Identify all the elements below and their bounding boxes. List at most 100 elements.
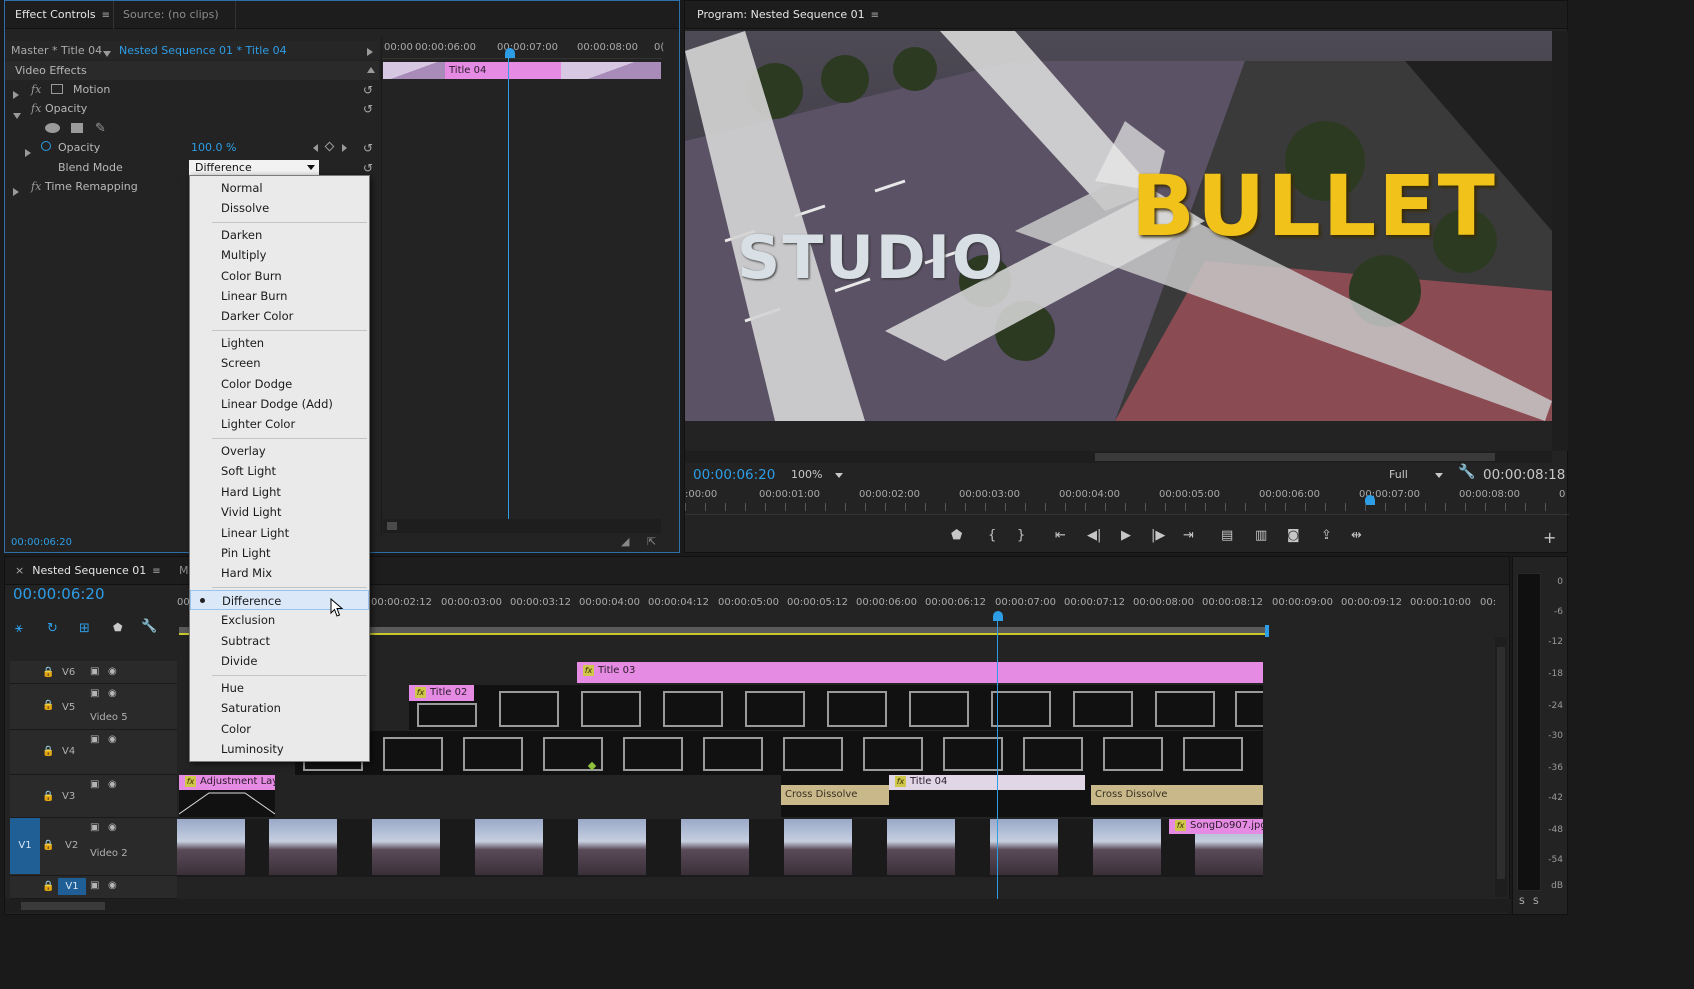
toggle-sync-icon[interactable]: ▣ bbox=[90, 779, 99, 790]
play-icon[interactable]: ▶ bbox=[1121, 528, 1131, 543]
blend-menu-item[interactable]: Saturation bbox=[190, 698, 369, 718]
program-time-ruler[interactable]: :00:00 00:00:01:00 00:00:02:00 00:00:03:… bbox=[685, 487, 1569, 515]
opacity-value[interactable]: 100.0 % bbox=[191, 138, 236, 157]
track-header-v6[interactable]: 🔒 V6 ▣ ◉ bbox=[10, 661, 181, 684]
ec-current-timecode[interactable]: 00:00:06:20 bbox=[11, 537, 72, 548]
solo-right-button[interactable]: S bbox=[1533, 897, 1539, 907]
rectangle-mask-icon[interactable] bbox=[71, 123, 83, 133]
timeline-vscroll-thumb[interactable] bbox=[1497, 647, 1505, 879]
mark-in-icon[interactable]: { bbox=[988, 528, 996, 543]
ellipse-mask-icon[interactable] bbox=[45, 123, 60, 133]
add-button-icon[interactable]: + bbox=[1543, 528, 1556, 547]
reset-icon[interactable]: ↺ bbox=[363, 103, 375, 115]
effect-row-opacity[interactable]: fx Opacity ↺ bbox=[5, 99, 379, 119]
lock-icon[interactable]: 🔒 bbox=[42, 746, 54, 757]
panel-menu-icon[interactable]: ≡ bbox=[871, 2, 879, 30]
timeline-marker-icon[interactable]: ⬟ bbox=[113, 621, 123, 634]
blend-menu-item[interactable]: Vivid Light bbox=[190, 502, 369, 522]
fx-toggle-icon[interactable]: fx bbox=[31, 99, 41, 118]
ec-horizontal-scrollbar[interactable] bbox=[383, 519, 661, 533]
blend-menu-item[interactable]: Divide bbox=[190, 651, 369, 671]
clip-songdo-jpg[interactable]: fx SongDo907.jpg bbox=[177, 819, 1263, 877]
blend-menu-item[interactable]: Dissolve bbox=[190, 198, 369, 218]
eye-icon[interactable]: ◉ bbox=[108, 666, 117, 677]
toggle-sync-icon[interactable]: ▣ bbox=[90, 734, 99, 745]
ec-export-icon[interactable]: ⇱ bbox=[647, 535, 656, 548]
blend-menu-item[interactable]: Color Burn bbox=[190, 266, 369, 286]
reset-icon[interactable]: ↺ bbox=[363, 142, 375, 154]
blend-menu-item[interactable]: Overlay bbox=[190, 441, 369, 461]
snap-icon[interactable]: ⚹ bbox=[15, 621, 23, 636]
blend-menu-item[interactable]: Hard Mix bbox=[190, 563, 369, 583]
lock-icon[interactable]: 🔒 bbox=[42, 667, 54, 678]
effect-row-motion[interactable]: fx Motion ↺ bbox=[5, 80, 379, 99]
next-keyframe-icon[interactable] bbox=[342, 144, 347, 152]
add-keyframe-icon[interactable] bbox=[324, 141, 335, 152]
timeline-vertical-scrollbar[interactable] bbox=[1495, 637, 1507, 897]
fx-toggle-icon[interactable]: fx bbox=[31, 80, 41, 99]
tab-effect-controls[interactable]: Effect Controls ≡ bbox=[7, 1, 118, 29]
prev-keyframe-icon[interactable] bbox=[313, 144, 318, 152]
collapse-up-icon[interactable] bbox=[367, 67, 375, 73]
track-header-v5[interactable]: 🔒 V5 ▣ ◉ Video 5 bbox=[10, 684, 181, 730]
close-icon[interactable]: × bbox=[15, 564, 24, 577]
blend-menu-item[interactable]: Linear Dodge (Add) bbox=[190, 394, 369, 414]
export-frame-camera-icon[interactable]: ◙ bbox=[1287, 528, 1300, 543]
zoom-select[interactable]: 100% bbox=[791, 468, 847, 484]
blend-menu-item[interactable]: Linear Burn bbox=[190, 286, 369, 306]
blend-menu-item[interactable]: Luminosity bbox=[190, 739, 369, 759]
toggle-sync-icon[interactable]: ▣ bbox=[90, 822, 99, 833]
blend-menu-item[interactable]: Linear Light bbox=[190, 523, 369, 543]
blend-menu-item[interactable]: Darker Color bbox=[190, 306, 369, 326]
resolution-select[interactable]: Full bbox=[1389, 468, 1447, 484]
toggle-sync-icon[interactable]: ▣ bbox=[90, 666, 99, 677]
linked-selection-icon[interactable]: ↻ bbox=[47, 621, 58, 636]
step-forward-icon[interactable]: |▶ bbox=[1151, 528, 1165, 543]
eye-icon[interactable]: ◉ bbox=[108, 688, 117, 699]
blend-mode-select[interactable]: Difference bbox=[189, 160, 319, 175]
ec-clip-title04[interactable]: Title 04 bbox=[445, 62, 561, 79]
eye-icon[interactable]: ◉ bbox=[108, 734, 117, 745]
add-edit-icon[interactable]: ⊞ bbox=[79, 621, 90, 636]
timeline-current-timecode[interactable]: 00:00:06:20 bbox=[13, 585, 105, 603]
lock-icon[interactable]: 🔒 bbox=[42, 840, 54, 851]
blend-menu-item[interactable]: Hue bbox=[190, 678, 369, 698]
lift-icon[interactable]: ▤ bbox=[1221, 528, 1233, 543]
blend-menu-item[interactable]: Subtract bbox=[190, 631, 369, 651]
timeline-wrench-icon[interactable]: 🔧 bbox=[141, 619, 157, 634]
go-to-in-icon[interactable]: ⇤ bbox=[1055, 528, 1066, 543]
blend-menu-item[interactable]: Hard Light bbox=[190, 482, 369, 502]
blend-menu-item[interactable]: Soft Light bbox=[190, 461, 369, 481]
clip-title-03[interactable]: fx Title 03 bbox=[577, 662, 1263, 683]
ec-play-audio-icon[interactable]: ◢ bbox=[621, 535, 629, 548]
eye-icon[interactable]: ◉ bbox=[108, 822, 117, 833]
go-to-out-icon[interactable]: ⇥ bbox=[1183, 528, 1194, 543]
tab-program[interactable]: Program: Nested Sequence 01 ≡ bbox=[689, 1, 887, 29]
track-target-v1[interactable]: V1 bbox=[58, 878, 86, 895]
program-horizontal-scrollbar[interactable] bbox=[685, 451, 1552, 463]
track-header-v1[interactable]: 🔒 V1 ▣ ◉ bbox=[10, 876, 181, 899]
mark-out-icon[interactable]: } bbox=[1017, 528, 1025, 543]
insert-overlay-icon[interactable]: ⇪ bbox=[1321, 528, 1332, 543]
blend-menu-item[interactable]: Screen bbox=[190, 353, 369, 373]
clip-title-04[interactable]: fx Title 04 bbox=[889, 775, 1085, 790]
extract-icon[interactable]: ▥ bbox=[1255, 528, 1267, 543]
program-video-frame[interactable]: STUDIO BULLET bbox=[685, 31, 1552, 421]
tab-source[interactable]: Source: (no clips) bbox=[115, 1, 227, 29]
transform-icon[interactable] bbox=[51, 84, 63, 94]
program-scroll-thumb[interactable] bbox=[1095, 453, 1495, 461]
source-patch-v1[interactable]: V1 bbox=[10, 818, 40, 874]
sequence-clip-label[interactable]: Nested Sequence 01 * Title 04 bbox=[119, 44, 287, 57]
panel-menu-icon[interactable]: ≡ bbox=[152, 558, 160, 586]
clip-adjustment-layer[interactable]: fx Adjustment Lay bbox=[179, 775, 275, 817]
clip-title-04-track[interactable]: Cross Dissolve fx Title 04 Cross Dissolve bbox=[781, 775, 1263, 817]
add-marker-icon[interactable]: ⬟ bbox=[951, 528, 962, 543]
blend-menu-item[interactable]: Darken bbox=[190, 225, 369, 245]
tab-nested-sequence[interactable]: × Nested Sequence 01 ≡ bbox=[7, 557, 169, 585]
lock-icon[interactable]: 🔒 bbox=[42, 791, 54, 802]
toggle-sync-icon[interactable]: ▣ bbox=[90, 688, 99, 699]
reset-icon[interactable]: ↺ bbox=[363, 84, 375, 96]
master-dropdown-icon[interactable] bbox=[103, 47, 111, 60]
blend-menu-item[interactable]: Lighten bbox=[190, 333, 369, 353]
blend-menu-item[interactable]: Lighter Color bbox=[190, 414, 369, 434]
